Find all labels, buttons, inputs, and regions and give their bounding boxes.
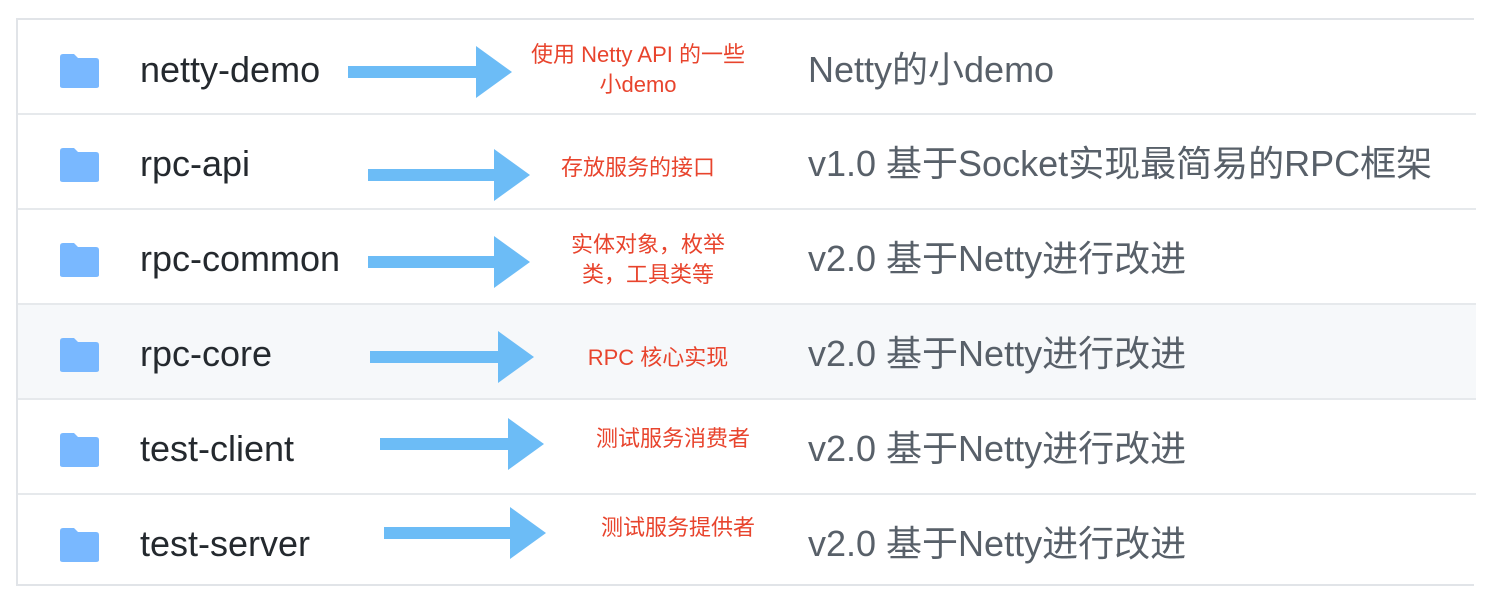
arrow-right-icon	[380, 418, 544, 470]
file-row-test-server[interactable]: test-server 测试服务提供者 v2.0 基于Netty进行改进	[18, 495, 1476, 590]
arrow-right-icon	[348, 46, 512, 98]
file-list: netty-demo 使用 Netty API 的一些 小demo Netty的…	[16, 18, 1476, 586]
annotation-line: 实体对象，枚举	[570, 232, 725, 257]
arrow-right-icon	[370, 331, 534, 383]
commit-message-link[interactable]: v2.0 基于Netty进行改进	[808, 334, 1186, 374]
folder-icon	[58, 147, 100, 183]
folder-icon	[58, 53, 100, 89]
folder-icon	[58, 432, 100, 468]
folder-icon	[58, 242, 100, 278]
annotation-line: 存放服务的接口	[560, 155, 715, 180]
annotation-note: 使用 Netty API 的一些 小demo	[518, 40, 758, 100]
folder-icon	[58, 527, 100, 563]
annotation-note: 存放服务的接口	[548, 153, 728, 183]
file-name-link[interactable]: rpc-common	[140, 239, 340, 279]
annotation-line: 小demo	[599, 72, 677, 97]
commit-message-link[interactable]: Netty的小demo	[808, 50, 1054, 90]
file-name-link[interactable]: rpc-api	[140, 144, 250, 184]
arrow-right-icon	[368, 236, 530, 288]
file-name-link[interactable]: netty-demo	[140, 50, 320, 90]
annotation-line: RPC 核心实现	[587, 345, 729, 370]
file-row-rpc-api[interactable]: rpc-api 存放服务的接口 v1.0 基于Socket实现最简易的RPC框架	[18, 115, 1476, 210]
file-name-link[interactable]: test-server	[140, 524, 310, 564]
file-row-rpc-common[interactable]: rpc-common 实体对象，枚举 类，工具类等 v2.0 基于Netty进行…	[18, 210, 1476, 305]
arrow-right-icon	[384, 507, 546, 559]
file-name-link[interactable]: rpc-core	[140, 334, 272, 374]
annotation-line: 测试服务消费者	[595, 426, 750, 451]
commit-message-link[interactable]: v2.0 基于Netty进行改进	[808, 239, 1186, 279]
folder-icon	[58, 337, 100, 373]
annotation-line: 类，工具类等	[581, 262, 714, 287]
arrow-right-icon	[368, 149, 530, 201]
file-row-rpc-core[interactable]: rpc-core RPC 核心实现 v2.0 基于Netty进行改进	[18, 305, 1476, 400]
annotation-line: 测试服务提供者	[600, 515, 755, 540]
commit-message-link[interactable]: v2.0 基于Netty进行改进	[808, 429, 1186, 469]
annotation-line: 使用 Netty API 的一些	[531, 42, 745, 67]
commit-message-link[interactable]: v1.0 基于Socket实现最简易的RPC框架	[808, 144, 1432, 184]
annotation-note: 测试服务消费者	[583, 424, 763, 454]
annotation-note: 实体对象，枚举 类，工具类等	[563, 230, 733, 290]
annotation-note: 测试服务提供者	[588, 513, 768, 543]
file-row-netty-demo[interactable]: netty-demo 使用 Netty API 的一些 小demo Netty的…	[18, 20, 1476, 115]
commit-message-link[interactable]: v2.0 基于Netty进行改进	[808, 524, 1186, 564]
file-name-link[interactable]: test-client	[140, 429, 294, 469]
file-row-test-client[interactable]: test-client 测试服务消费者 v2.0 基于Netty进行改进	[18, 400, 1476, 495]
annotation-note: RPC 核心实现	[578, 343, 738, 373]
